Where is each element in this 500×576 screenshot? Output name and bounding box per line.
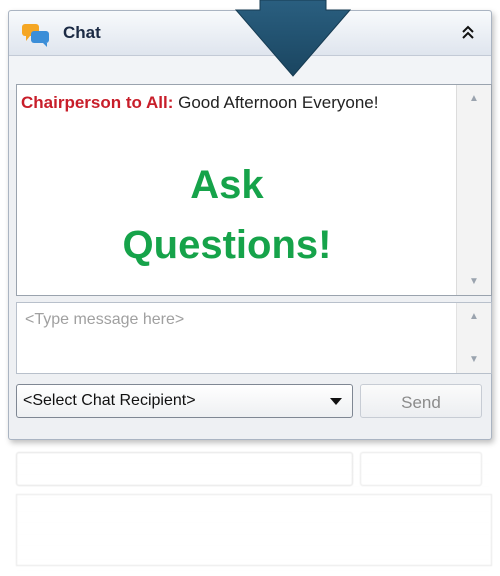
down-arrow-icon — [234, 0, 352, 77]
message-area: Chairperson to All: Good Afternoon Every… — [16, 84, 492, 296]
overlay-line-1: Ask — [190, 163, 264, 207]
caret-down-icon[interactable] — [330, 398, 342, 405]
reflection — [16, 452, 492, 572]
message-sender: Chairperson to All: — [21, 93, 174, 112]
reflected-select — [16, 452, 353, 486]
chat-bubbles-icon — [22, 24, 49, 47]
overlay-line-2: Questions! — [122, 223, 332, 267]
chat-message: Chairperson to All: Good Afternoon Every… — [21, 91, 441, 115]
message-scrollbar[interactable]: ▲ ▼ — [456, 85, 491, 295]
scroll-down-icon[interactable]: ▼ — [457, 276, 491, 287]
chat-title: Chat — [63, 23, 101, 42]
message-placeholder: <Type message here> — [25, 311, 185, 328]
message-text: Good Afternoon Everyone! — [173, 93, 379, 112]
send-button-label: Send — [401, 393, 441, 412]
recipient-select-label: <Select Chat Recipient> — [23, 392, 196, 409]
double-chevron-up-icon[interactable] — [457, 21, 479, 43]
scroll-down-icon[interactable]: ▼ — [457, 354, 491, 365]
send-button[interactable]: Send — [360, 384, 482, 418]
recipient-select[interactable]: <Select Chat Recipient> — [16, 384, 353, 418]
scroll-up-icon[interactable]: ▲ — [457, 311, 491, 322]
scroll-up-icon[interactable]: ▲ — [457, 93, 491, 104]
input-scrollbar[interactable]: ▲ ▼ — [456, 303, 491, 373]
reflected-send — [360, 452, 482, 486]
message-input[interactable]: <Type message here> ▲ ▼ — [16, 302, 492, 374]
reflected-input — [16, 494, 492, 566]
